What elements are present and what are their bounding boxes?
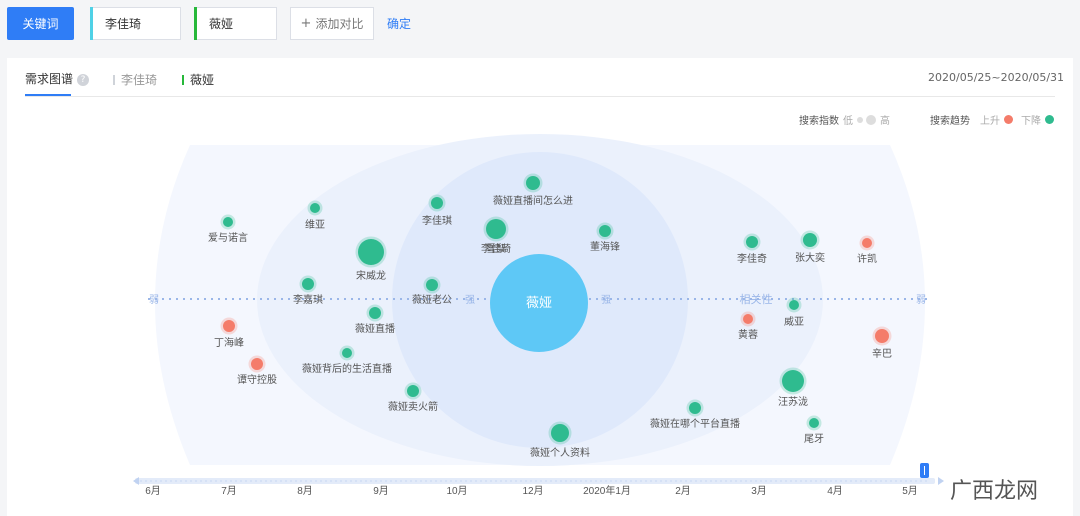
keyword-node-label[interactable]: 汪苏泷 <box>778 395 808 408</box>
keyword-node-rising[interactable] <box>251 358 263 370</box>
keyword-node-label[interactable]: 宋威龙 <box>356 269 386 282</box>
timeline-tick-label: 5月 <box>902 485 918 497</box>
keyword-node-falling[interactable] <box>302 278 314 290</box>
keyword-node-falling[interactable] <box>803 233 817 247</box>
timeline-tick-label: 10月 <box>446 485 467 497</box>
keyword-node-falling[interactable] <box>526 176 540 190</box>
keyword-node-label[interactable]: 薇娅直播间怎么进 <box>493 194 573 207</box>
keyword-node-falling[interactable] <box>809 418 819 428</box>
keyword-node-label[interactable]: 薇娅老公 <box>412 293 452 306</box>
keyword-node-label[interactable]: 爱与诺言 <box>208 231 248 244</box>
keyword-node-falling[interactable] <box>486 219 506 239</box>
watermark: 广西龙网 <box>950 478 1038 503</box>
axis-strong-right: 强 <box>601 294 611 306</box>
keyword-node-falling[interactable] <box>746 236 758 248</box>
keyword-node-label[interactable]: 丁海峰 <box>214 336 244 349</box>
timeline-ticks: 6月 7月 8月 9月 10月 12月 2020年1月 2月 3月 4月 5月 <box>145 484 918 497</box>
axis-weak-right: 弱 <box>916 294 926 306</box>
relevance-label: 相关性 <box>740 292 773 306</box>
keyword-node-label[interactable]: 薇娅直播 <box>355 322 395 335</box>
keyword-node-falling[interactable] <box>689 402 701 414</box>
axis-weak-left: 弱 <box>149 294 159 306</box>
keyword-node-falling[interactable] <box>431 197 443 209</box>
axis-strong-left: 强 <box>465 294 475 306</box>
keyword-node-label[interactable]: 李嘉琪 <box>293 293 323 306</box>
keyword-node-label[interactable]: 薇娅背后的生活直播 <box>302 362 392 375</box>
keyword-node-falling[interactable] <box>358 239 384 265</box>
keyword-node-rising[interactable] <box>875 329 889 343</box>
keyword-node-falling[interactable] <box>782 370 804 392</box>
timeline-tick-label: 12月 <box>522 485 543 497</box>
keyword-node-label[interactable]: 谭守控股 <box>237 373 277 386</box>
keyword-node-falling[interactable] <box>789 300 799 310</box>
keyword-node-label[interactable]: 李佳奇 <box>737 252 767 265</box>
keyword-node-falling[interactable] <box>599 225 611 237</box>
timeline-tick-label: 8月 <box>297 485 313 497</box>
keyword-node-label[interactable]: 薇娅在哪个平台直播 <box>650 417 740 430</box>
keyword-node-label[interactable]: 尾牙 <box>804 433 824 445</box>
timeline-tick-label: 4月 <box>827 485 843 497</box>
keyword-node-label[interactable]: 董海锋 <box>590 240 620 253</box>
timeline-tick-label: 6月 <box>145 485 161 497</box>
timeline-tick-label: 9月 <box>373 485 389 497</box>
keyword-node-falling[interactable] <box>551 424 569 442</box>
demand-graph: 弱 强 强 相关性 弱 薇娅直播间怎么进李佳琪雪梨爱与诺言维亚李佳琦 董海锋宋威龙… <box>133 134 1038 503</box>
keyword-node-label[interactable]: 薇娅卖火箭 <box>388 400 438 413</box>
timeline-tick-label: 2月 <box>675 485 691 497</box>
keyword-node-rising[interactable] <box>743 314 753 324</box>
keyword-node-label[interactable]: 维亚 <box>305 218 325 231</box>
keyword-node-label[interactable]: 张大奕 <box>795 251 825 264</box>
keyword-node-label[interactable]: 许凯 <box>857 252 877 265</box>
keyword-node-label[interactable]: 威亚 <box>784 315 804 328</box>
keyword-node-falling[interactable] <box>407 385 419 397</box>
keyword-node-rising[interactable] <box>223 320 235 332</box>
timeline-tick-label: 2020年1月 <box>583 484 631 497</box>
keyword-node-falling[interactable] <box>342 348 352 358</box>
keyword-node-falling[interactable] <box>310 203 320 213</box>
keyword-node-falling[interactable] <box>426 279 438 291</box>
timeline-right-arrow-icon[interactable] <box>938 477 944 485</box>
keyword-node-falling[interactable] <box>369 307 381 319</box>
keyword-node-label[interactable]: 李佳琪 <box>422 214 452 227</box>
timeline-left-arrow-icon[interactable] <box>133 477 139 485</box>
center-keyword-label: 薇娅 <box>526 295 552 310</box>
keyword-node-label[interactable]: 李佳琦 <box>481 242 511 255</box>
timeline-tick-label: 7月 <box>221 485 237 497</box>
keyword-node-falling[interactable] <box>223 217 233 227</box>
keyword-node-label[interactable]: 黄蓉 <box>738 328 758 341</box>
keyword-node-label[interactable]: 薇娅个人资料 <box>530 446 590 459</box>
keyword-node-label[interactable]: 辛巴 <box>872 347 892 360</box>
timeline-tick-label: 3月 <box>751 485 767 497</box>
keyword-node-rising[interactable] <box>862 238 872 248</box>
